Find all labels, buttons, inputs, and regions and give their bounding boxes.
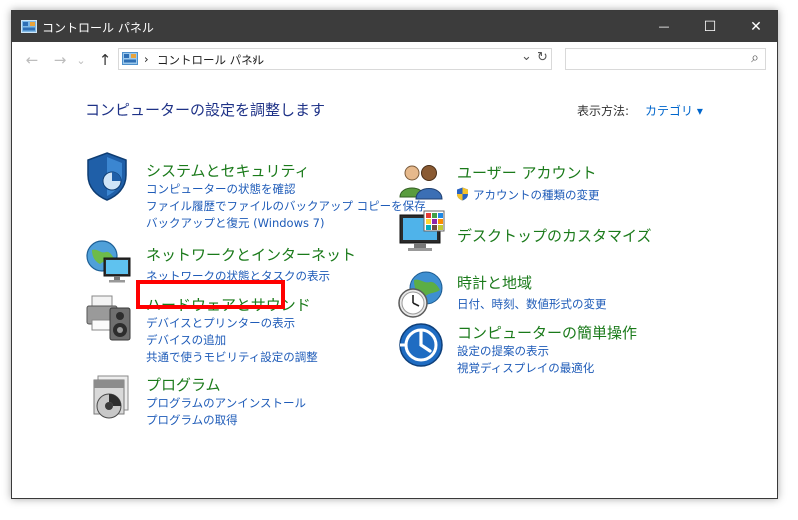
view-by-dropdown[interactable]: カテゴリ ▾ xyxy=(645,102,703,119)
link-file-history-backup[interactable]: ファイル履歴でファイルのバックアップ コピーを保存 xyxy=(146,198,426,214)
recent-locations-button[interactable]: ⌄ xyxy=(74,51,88,69)
breadcrumb-control-panel[interactable]: コントロール パネル xyxy=(157,52,264,68)
control-panel-icon xyxy=(21,20,37,33)
back-button[interactable]: ← xyxy=(22,51,42,69)
view-by-label: 表示方法: xyxy=(577,104,630,118)
control-panel-window: コントロール パネル — ☐ ✕ ← → ⌄ ↑ › コントロール パネル › … xyxy=(11,10,778,499)
close-button[interactable]: ✕ xyxy=(733,11,777,42)
users-icon[interactable] xyxy=(398,161,444,201)
maximize-button[interactable]: ☐ xyxy=(687,11,733,42)
category-appearance[interactable]: デスクトップのカスタマイズ xyxy=(457,225,652,246)
up-arrow-icon: ↑ xyxy=(98,51,112,69)
link-change-account-type[interactable]: アカウントの種類の変更 xyxy=(473,187,600,203)
uac-shield-icon xyxy=(457,187,468,201)
search-input[interactable]: ⌕ xyxy=(565,48,766,70)
breadcrumb-separator[interactable]: › xyxy=(252,52,257,66)
minimize-icon: — xyxy=(658,20,670,33)
clock-globe-icon[interactable] xyxy=(396,270,446,320)
link-uninstall-program[interactable]: プログラムのアンインストール xyxy=(146,395,306,411)
category-network-internet[interactable]: ネットワークとインターネット xyxy=(146,244,356,265)
printer-speaker-icon[interactable] xyxy=(84,292,134,342)
back-arrow-icon: ← xyxy=(25,51,39,69)
category-user-accounts[interactable]: ユーザー アカウント xyxy=(457,162,596,183)
ease-of-access-icon[interactable] xyxy=(398,322,444,368)
close-icon: ✕ xyxy=(750,18,762,35)
title-bar[interactable]: コントロール パネル — ☐ ✕ xyxy=(12,11,777,42)
main-content: コンピューターの設定を調整します 表示方法: カテゴリ ▾ システムとセキュリテ… xyxy=(12,78,777,498)
programs-disc-icon[interactable] xyxy=(88,374,134,422)
category-ease-of-access[interactable]: コンピューターの簡単操作 xyxy=(457,322,637,343)
window-title: コントロール パネル xyxy=(42,21,154,35)
address-dropdown-icon[interactable]: ⌄ xyxy=(521,49,532,64)
link-optimize-display[interactable]: 視覚ディスプレイの最適化 xyxy=(457,360,594,376)
forward-arrow-icon: → xyxy=(53,51,67,69)
address-toolbar: ← → ⌄ ↑ › コントロール パネル › ⌄ ↻ ⌕ xyxy=(12,42,777,78)
up-button[interactable]: ↑ xyxy=(95,51,115,69)
link-date-time-format[interactable]: 日付、時刻、数値形式の変更 xyxy=(457,296,607,312)
maximize-icon: ☐ xyxy=(703,18,717,35)
refresh-icon[interactable]: ↻ xyxy=(537,50,548,65)
link-suggest-settings[interactable]: 設定の提案の表示 xyxy=(457,343,549,359)
link-devices-printers[interactable]: デバイスとプリンターの表示 xyxy=(146,315,295,331)
network-globe-icon[interactable] xyxy=(84,238,134,284)
search-icon: ⌕ xyxy=(751,50,759,66)
category-system-security[interactable]: システムとセキュリティ xyxy=(146,160,310,181)
control-panel-icon xyxy=(122,52,138,65)
chevron-down-icon: ⌄ xyxy=(76,53,86,67)
link-mobility-settings[interactable]: 共通で使うモビリティ設定の調整 xyxy=(146,349,318,365)
address-field[interactable]: › コントロール パネル › ⌄ ↻ xyxy=(118,48,552,70)
link-add-device[interactable]: デバイスの追加 xyxy=(146,332,226,348)
category-programs[interactable]: プログラム xyxy=(146,374,221,395)
monitor-palette-icon[interactable] xyxy=(398,209,448,255)
link-check-computer-status[interactable]: コンピューターの状態を確認 xyxy=(146,181,296,197)
page-title: コンピューターの設定を調整します xyxy=(85,101,326,119)
shield-icon[interactable] xyxy=(84,151,130,201)
forward-button[interactable]: → xyxy=(50,51,70,69)
link-get-programs[interactable]: プログラムの取得 xyxy=(146,412,238,428)
highlight-box xyxy=(136,280,285,309)
minimize-button[interactable]: — xyxy=(641,11,687,42)
category-clock-region[interactable]: 時計と地域 xyxy=(457,272,532,293)
link-backup-restore[interactable]: バックアップと復元 (Windows 7) xyxy=(146,215,324,231)
breadcrumb-separator: › xyxy=(144,52,149,66)
